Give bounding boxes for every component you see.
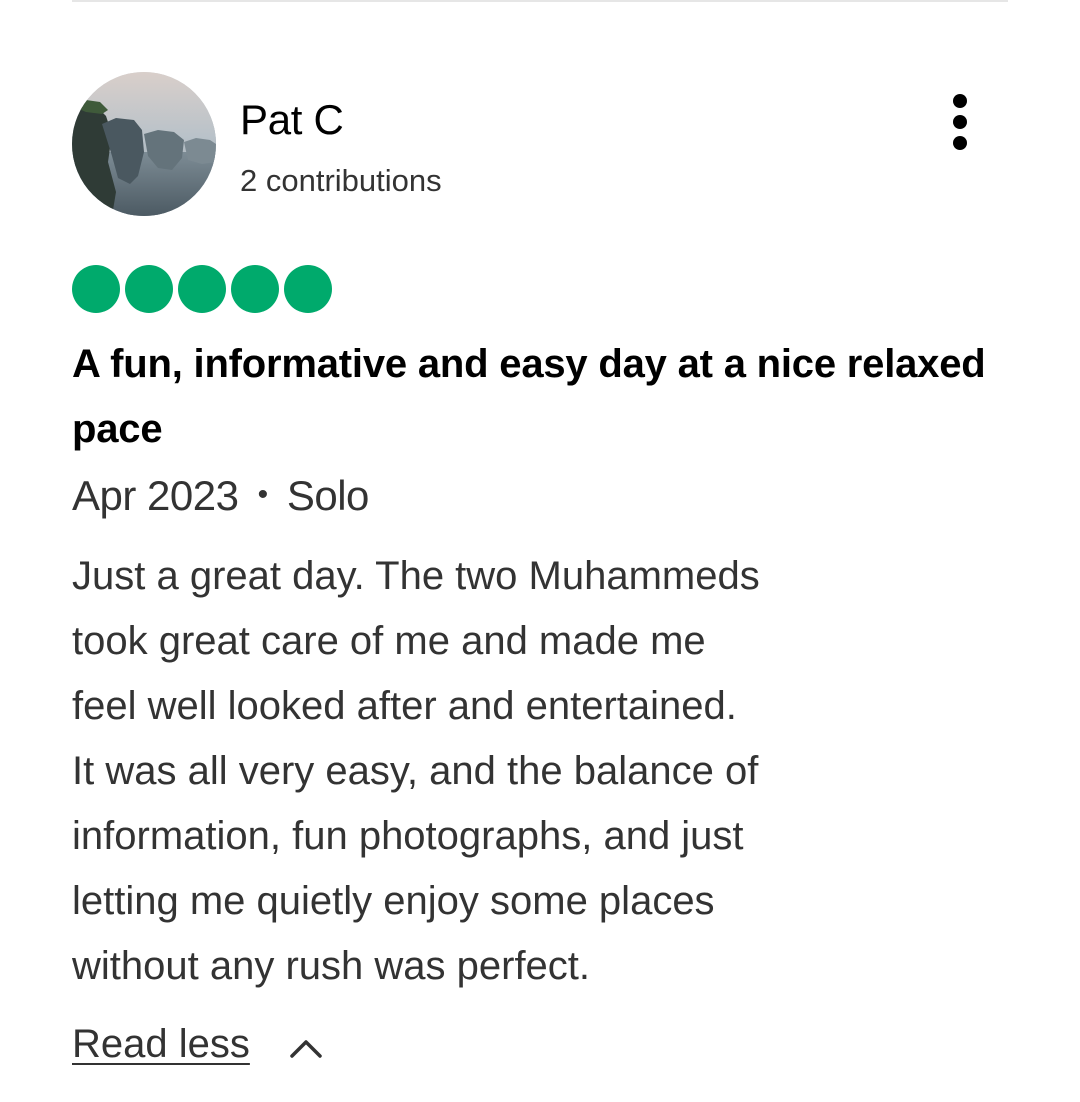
more-vertical-icon [953, 94, 967, 108]
rating-bubble [231, 265, 279, 313]
review-body-line: Just a great day. The two Muhammeds [72, 554, 760, 598]
contributions-count: 2 contributions [240, 163, 442, 198]
meta-separator: • [257, 478, 269, 511]
rating-bubble [72, 265, 120, 313]
more-vertical-icon [953, 136, 967, 150]
review-body-line: took great care of me and made me [72, 619, 706, 663]
review-date: Apr 2023 [72, 472, 239, 519]
review-body: Just a great day. The two Muhammeds took… [72, 544, 952, 999]
more-options-button[interactable] [944, 92, 978, 152]
more-vertical-icon [953, 115, 967, 129]
review-body-line: without any rush was perfect. [72, 944, 591, 988]
review-body-line: It was all very easy, and the balance of [72, 749, 759, 793]
read-less-link[interactable]: Read less [72, 1022, 250, 1067]
rating-bubble [125, 265, 173, 313]
rating-bubble [178, 265, 226, 313]
review-meta: Apr 2023 • Solo [72, 472, 369, 520]
author-name[interactable]: Pat C [240, 96, 344, 144]
avatar-photo [72, 72, 216, 216]
chevron-up-icon[interactable] [288, 1036, 324, 1060]
review-body-line: letting me quietly enjoy some places [72, 879, 715, 923]
rating-bubble [284, 265, 332, 313]
review-body-line: information, fun photographs, and just [72, 814, 744, 858]
top-divider [72, 0, 1008, 2]
avatar[interactable] [72, 72, 216, 216]
trip-type: Solo [286, 472, 370, 519]
review-body-line: feel well looked after and entertained. [72, 684, 737, 728]
review-title: A fun, informative and easy day at a nic… [72, 342, 986, 451]
